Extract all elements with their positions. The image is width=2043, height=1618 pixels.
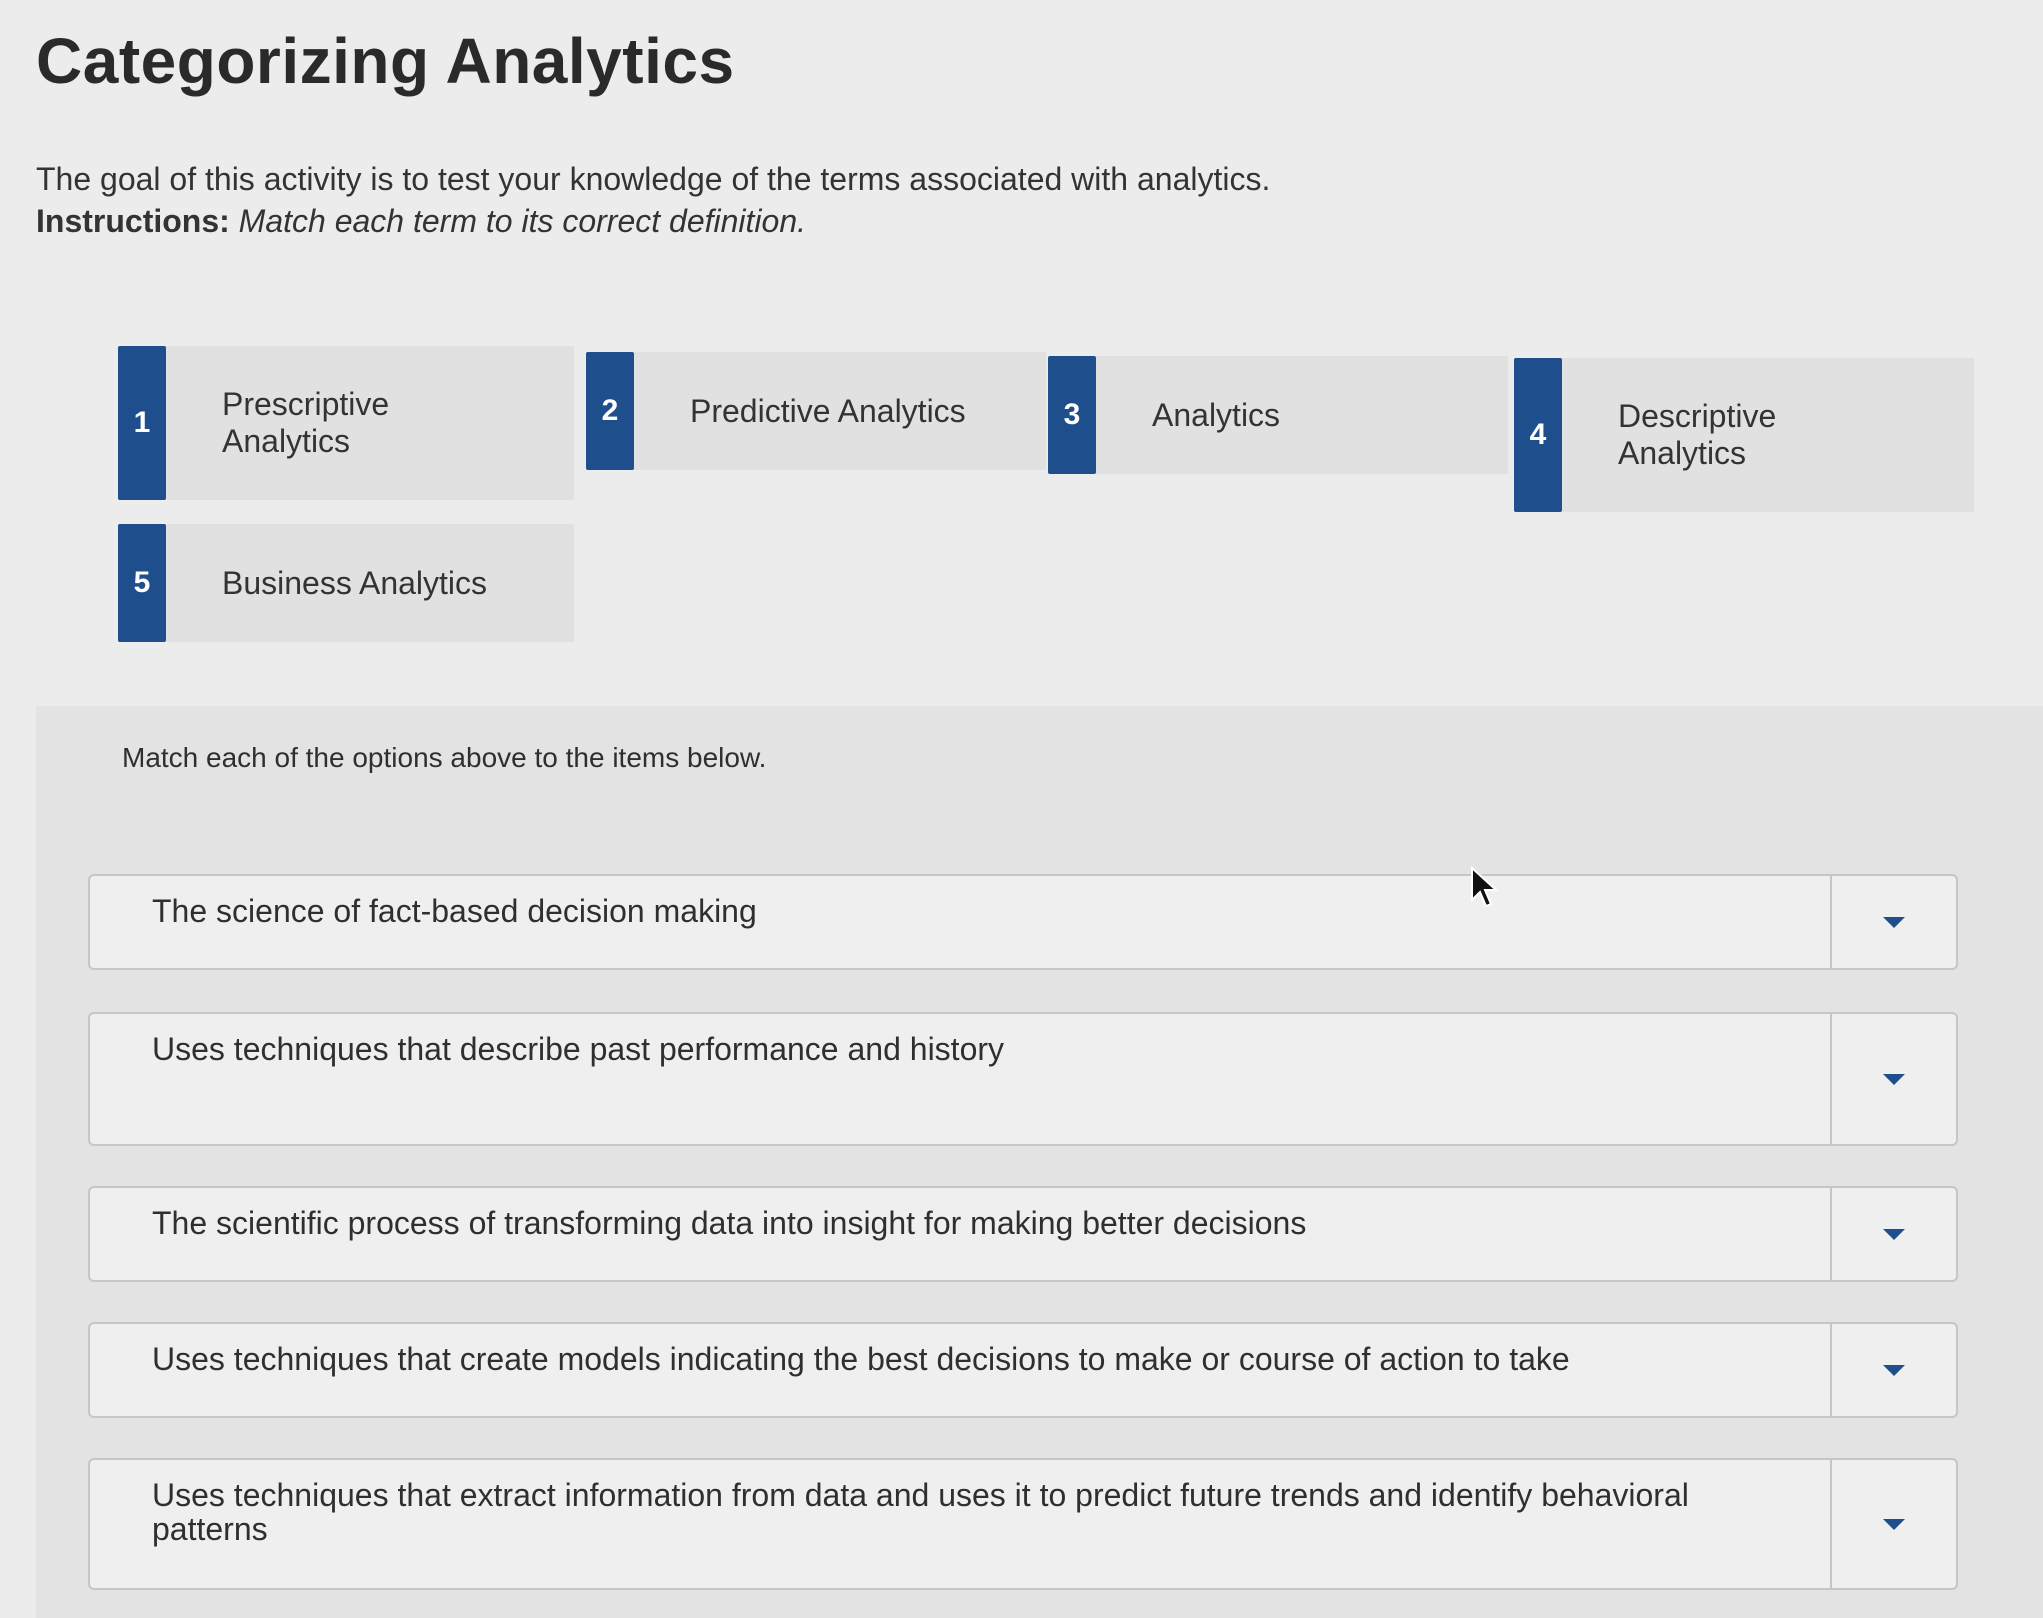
chevron-down-icon (1883, 1073, 1905, 1085)
instructions-text: Match each term to its correct definitio… (238, 203, 807, 239)
match-dropdown[interactable] (1830, 876, 1956, 968)
intro-goal: The goal of this activity is to test you… (36, 161, 1271, 197)
match-item-text: The science of fact-based decision makin… (152, 893, 757, 929)
matching-area: Match each of the options above to the i… (36, 706, 2043, 1618)
match-dropdown[interactable] (1830, 1188, 1956, 1280)
match-item-5: Uses techniques that extract information… (88, 1458, 1958, 1590)
chevron-down-icon (1883, 1228, 1905, 1240)
match-item-text: Uses techniques that extract information… (152, 1477, 1689, 1547)
term-label: Business Analytics (222, 564, 488, 601)
match-dropdown[interactable] (1830, 1460, 1956, 1588)
instructions: Instructions: Match each term to its cor… (36, 200, 1270, 242)
activity-page: Categorizing Analytics The goal of this … (0, 0, 2043, 1618)
chevron-down-icon (1883, 916, 1905, 928)
term-label: Predictive Analytics (690, 392, 966, 429)
term-card-4[interactable]: 4 Descriptive Analytics (1514, 358, 1974, 512)
term-label: Prescriptive Analytics (222, 386, 390, 459)
term-number-badge: 4 (1514, 358, 1562, 512)
term-number-badge: 2 (586, 352, 634, 470)
match-item-3: The scientific process of transforming d… (88, 1186, 1958, 1282)
match-item-1: The science of fact-based decision makin… (88, 874, 1958, 970)
match-item-text: Uses techniques that create models indic… (152, 1341, 1570, 1377)
term-number-badge: 3 (1048, 356, 1096, 474)
match-item-text: The scientific process of transforming d… (152, 1205, 1307, 1241)
term-label: Descriptive Analytics (1618, 398, 1777, 471)
chevron-down-icon (1883, 1518, 1905, 1530)
match-item-text: Uses techniques that describe past perfo… (152, 1031, 1005, 1067)
match-dropdown[interactable] (1830, 1324, 1956, 1416)
term-number-badge: 5 (118, 524, 166, 642)
term-label: Analytics (1152, 396, 1281, 433)
page-title: Categorizing Analytics (36, 25, 735, 97)
term-number-badge: 1 (118, 346, 166, 500)
matching-instruction: Match each of the options above to the i… (122, 742, 767, 773)
instructions-label: Instructions: (36, 203, 230, 239)
match-item-4: Uses techniques that create models indic… (88, 1322, 1958, 1418)
term-card-5[interactable]: 5 Business Analytics (118, 524, 574, 642)
term-card-3[interactable]: 3 Analytics (1048, 356, 1508, 474)
term-card-2[interactable]: 2 Predictive Analytics (586, 352, 1046, 470)
term-card-1[interactable]: 1 Prescriptive Analytics (118, 346, 574, 500)
chevron-down-icon (1883, 1364, 1905, 1376)
intro-text: The goal of this activity is to test you… (36, 158, 1270, 242)
match-item-2: Uses techniques that describe past perfo… (88, 1012, 1958, 1146)
mouse-pointer-icon (1471, 866, 1499, 908)
match-dropdown[interactable] (1830, 1014, 1956, 1144)
